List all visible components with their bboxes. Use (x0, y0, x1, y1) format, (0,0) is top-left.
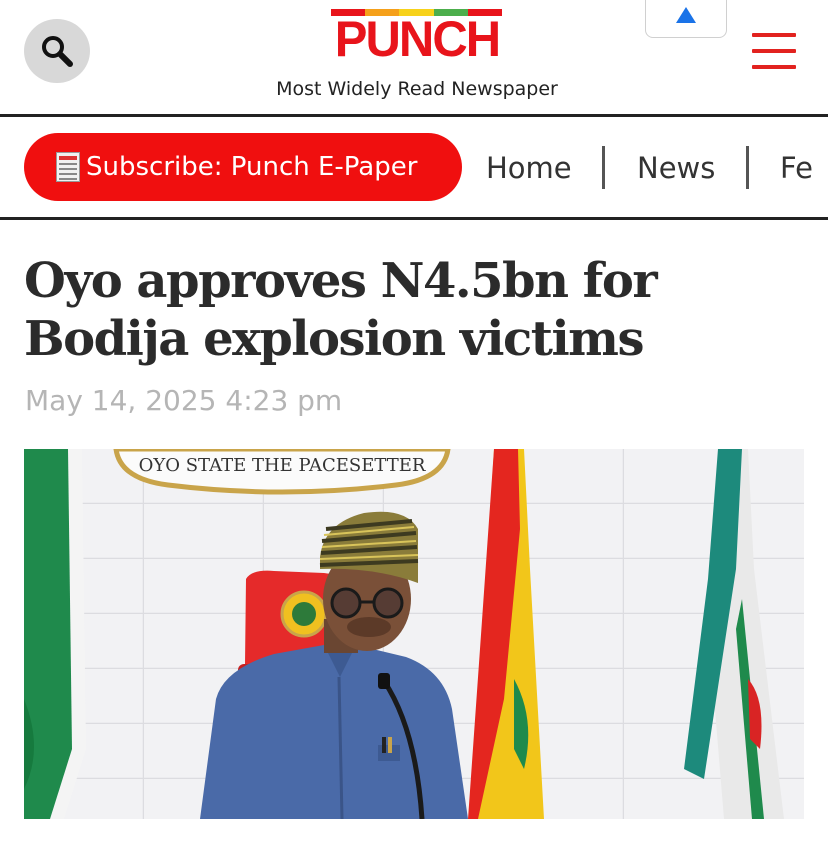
nav-separator (746, 146, 749, 189)
header-divider (0, 114, 828, 117)
newspaper-icon (56, 152, 80, 182)
nav-item-features[interactable]: Fe (780, 148, 813, 188)
caret-up-icon (676, 7, 696, 23)
subscribe-epaper-button[interactable]: Subscribe: Punch E-Paper (24, 133, 462, 201)
article-date: May 14, 2025 4:23 pm (25, 384, 343, 417)
nav-separator (602, 146, 605, 189)
logo-wordmark: PUNCH (334, 11, 501, 67)
search-button[interactable] (24, 19, 90, 83)
article-photo: OYO STATE THE PACESETTER (24, 449, 804, 819)
tagline: Most Widely Read Newspaper (276, 78, 558, 100)
nav-item-home[interactable]: Home (486, 148, 572, 188)
subscribe-label: Subscribe: Punch E-Paper (86, 152, 418, 182)
site-logo[interactable]: PUNCH Most Widely Read Newspaper (258, 6, 576, 100)
article-headline: Oyo approves N4.5bn for Bodija explosion… (24, 253, 658, 367)
nav-item-news[interactable]: News (637, 148, 715, 188)
menu-button[interactable] (752, 33, 796, 69)
scroll-to-top-button[interactable] (645, 0, 727, 38)
search-icon (42, 36, 73, 67)
plaque-text: OYO STATE THE PACESETTER (139, 455, 426, 476)
nav-divider (0, 217, 828, 220)
